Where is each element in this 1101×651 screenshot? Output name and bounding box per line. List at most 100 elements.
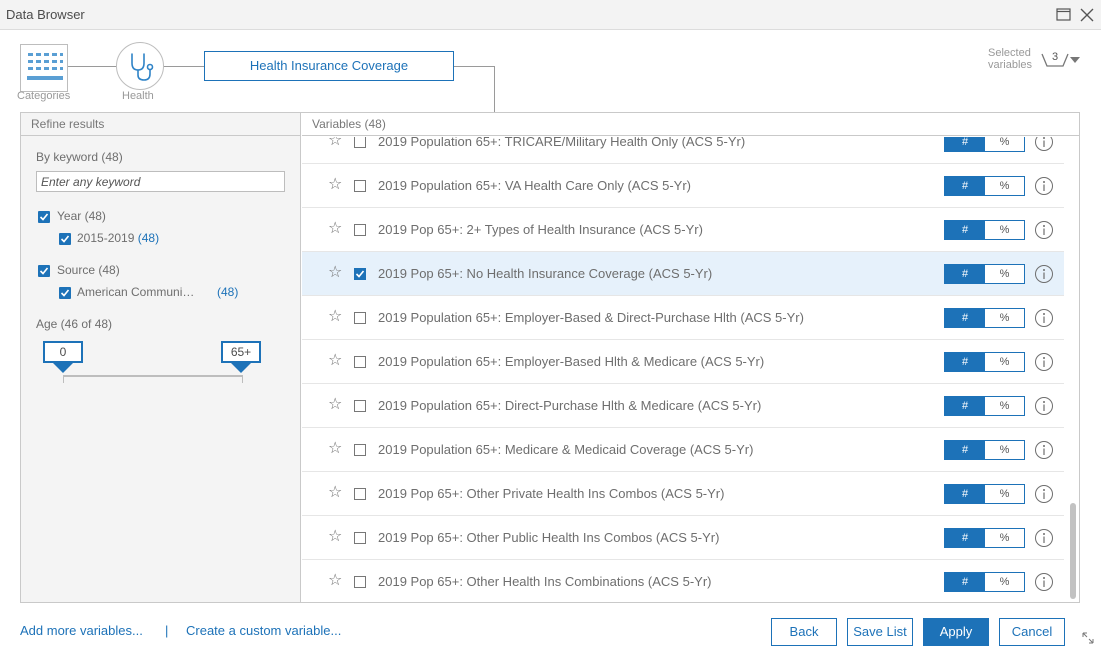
variable-checkbox[interactable]	[354, 532, 366, 544]
info-icon[interactable]	[1034, 220, 1054, 240]
variable-name[interactable]: 2019 Pop 65+: No Health Insurance Covera…	[378, 266, 712, 281]
percent-toggle-option[interactable]: %	[985, 485, 1024, 503]
variable-name[interactable]: 2019 Pop 65+: Other Private Health Ins C…	[378, 486, 724, 501]
age-min-handle[interactable]: 0	[43, 341, 83, 375]
categories-grid-icon[interactable]	[20, 44, 68, 92]
favorite-star-icon[interactable]: ☆	[328, 265, 342, 281]
variable-checkbox[interactable]	[354, 180, 366, 192]
variable-row[interactable]: ☆ 2019 Population 65+: Direct-Purchase Hl…	[302, 384, 1064, 428]
percent-toggle-option[interactable]: %	[985, 309, 1024, 327]
favorite-star-icon[interactable]: ☆	[328, 485, 342, 501]
number-percent-toggle[interactable]: #%	[944, 396, 1025, 416]
favorite-star-icon[interactable]: ☆	[328, 529, 342, 545]
variable-checkbox[interactable]	[354, 312, 366, 324]
number-percent-toggle[interactable]: #%	[944, 308, 1025, 328]
variable-name[interactable]: 2019 Pop 65+: Other Public Health Ins Co…	[378, 530, 719, 545]
age-max-handle[interactable]: 65+	[221, 341, 261, 375]
number-toggle-option[interactable]: #	[945, 397, 985, 415]
variable-name[interactable]: 2019 Population 65+: Employer-Based Hlth…	[378, 354, 764, 369]
number-percent-toggle[interactable]: #%	[944, 572, 1025, 592]
number-percent-toggle[interactable]: #%	[944, 137, 1025, 152]
number-toggle-option[interactable]: #	[945, 309, 985, 327]
number-toggle-option[interactable]: #	[945, 573, 985, 591]
number-percent-toggle[interactable]: #%	[944, 220, 1025, 240]
variable-checkbox[interactable]	[354, 137, 366, 148]
variable-name[interactable]: 2019 Pop 65+: 2+ Types of Health Insuran…	[378, 222, 703, 237]
favorite-star-icon[interactable]: ☆	[328, 441, 342, 457]
percent-toggle-option[interactable]: %	[985, 177, 1024, 195]
percent-toggle-option[interactable]: %	[985, 397, 1024, 415]
variable-name[interactable]: 2019 Population 65+: VA Health Care Only…	[378, 178, 691, 193]
close-icon[interactable]	[1077, 5, 1097, 25]
info-icon[interactable]	[1034, 484, 1054, 504]
source-label[interactable]: Source (48)	[57, 263, 120, 277]
number-toggle-option[interactable]: #	[945, 177, 985, 195]
favorite-star-icon[interactable]: ☆	[328, 397, 342, 413]
variable-row[interactable]: ☆ 2019 Pop 65+: Other Private Health Ins …	[302, 472, 1064, 516]
percent-toggle-option[interactable]: %	[985, 353, 1024, 371]
apply-button[interactable]: Apply	[923, 618, 989, 646]
info-icon[interactable]	[1034, 176, 1054, 196]
year-label[interactable]: Year (48)	[57, 209, 106, 223]
variable-checkbox[interactable]	[354, 356, 366, 368]
variable-checkbox[interactable]	[354, 224, 366, 236]
variable-row[interactable]: ☆ 2019 Pop 65+: Other Public Health Ins C…	[302, 516, 1064, 560]
favorite-star-icon[interactable]: ☆	[328, 177, 342, 193]
cancel-button[interactable]: Cancel	[999, 618, 1065, 646]
variable-row[interactable]: ☆ 2019 Pop 65+: No Health Insurance Cover…	[302, 252, 1064, 296]
number-percent-toggle[interactable]: #%	[944, 264, 1025, 284]
variable-row[interactable]: ☆ 2019 Pop 65+: 2+ Types of Health Insura…	[302, 208, 1064, 252]
number-percent-toggle[interactable]: #%	[944, 528, 1025, 548]
breadcrumb-health-label[interactable]: Health	[122, 90, 154, 102]
year-value-label[interactable]: 2015-2019 (48)	[77, 231, 159, 245]
add-more-variables-link[interactable]: Add more variables...	[20, 623, 143, 638]
source-acs-checkbox[interactable]	[59, 287, 71, 299]
age-slider-track[interactable]	[63, 375, 243, 377]
percent-toggle-option[interactable]: %	[985, 265, 1024, 283]
number-toggle-option[interactable]: #	[945, 137, 985, 151]
variable-name[interactable]: 2019 Population 65+: TRICARE/Military He…	[378, 137, 745, 149]
variable-row[interactable]: ☆ 2019 Population 65+: Employer-Based Hlt…	[302, 340, 1064, 384]
maximize-icon[interactable]	[1054, 5, 1074, 25]
percent-toggle-option[interactable]: %	[985, 137, 1024, 151]
variable-row[interactable]: ☆ 2019 Population 65+: VA Health Care Onl…	[302, 164, 1064, 208]
variable-row[interactable]: ☆ 2019 Pop 65+: Other Health Ins Combinat…	[302, 560, 1064, 602]
stethoscope-icon[interactable]	[116, 42, 164, 90]
variable-name[interactable]: 2019 Population 65+: Employer-Based & Di…	[378, 310, 804, 325]
favorite-star-icon[interactable]: ☆	[328, 353, 342, 369]
variable-checkbox[interactable]	[354, 400, 366, 412]
breadcrumb-categories-label[interactable]: Categories	[17, 90, 70, 102]
info-icon[interactable]	[1034, 528, 1054, 548]
variable-checkbox[interactable]	[354, 576, 366, 588]
info-icon[interactable]	[1034, 440, 1054, 460]
variable-checkbox[interactable]	[354, 268, 366, 280]
info-icon[interactable]	[1034, 352, 1054, 372]
scroll-thumb[interactable]	[1070, 503, 1076, 599]
favorite-star-icon[interactable]: ☆	[328, 221, 342, 237]
variable-name[interactable]: 2019 Population 65+: Direct-Purchase Hlt…	[378, 398, 761, 413]
percent-toggle-option[interactable]: %	[985, 573, 1024, 591]
year-2015-2019-checkbox[interactable]	[59, 233, 71, 245]
variable-row[interactable]: ☆ 2019 Population 65+: TRICARE/Military H…	[302, 137, 1064, 164]
variable-checkbox[interactable]	[354, 488, 366, 500]
number-toggle-option[interactable]: #	[945, 529, 985, 547]
number-toggle-option[interactable]: #	[945, 353, 985, 371]
percent-toggle-option[interactable]: %	[985, 441, 1024, 459]
info-icon[interactable]	[1034, 308, 1054, 328]
variables-scrollbar[interactable]	[1068, 137, 1078, 602]
info-icon[interactable]	[1034, 572, 1054, 592]
favorite-star-icon[interactable]: ☆	[328, 309, 342, 325]
year-checkbox[interactable]	[38, 211, 50, 223]
number-toggle-option[interactable]: #	[945, 485, 985, 503]
save-list-button[interactable]: Save List	[847, 618, 913, 646]
chevron-down-icon[interactable]	[1070, 57, 1080, 63]
back-button[interactable]: Back	[771, 618, 837, 646]
percent-toggle-option[interactable]: %	[985, 221, 1024, 239]
variable-name[interactable]: 2019 Population 65+: Medicare & Medicaid…	[378, 442, 753, 457]
number-toggle-option[interactable]: #	[945, 441, 985, 459]
info-icon[interactable]	[1034, 396, 1054, 416]
number-percent-toggle[interactable]: #%	[944, 176, 1025, 196]
number-percent-toggle[interactable]: #%	[944, 484, 1025, 504]
variable-checkbox[interactable]	[354, 444, 366, 456]
info-icon[interactable]	[1034, 137, 1054, 152]
